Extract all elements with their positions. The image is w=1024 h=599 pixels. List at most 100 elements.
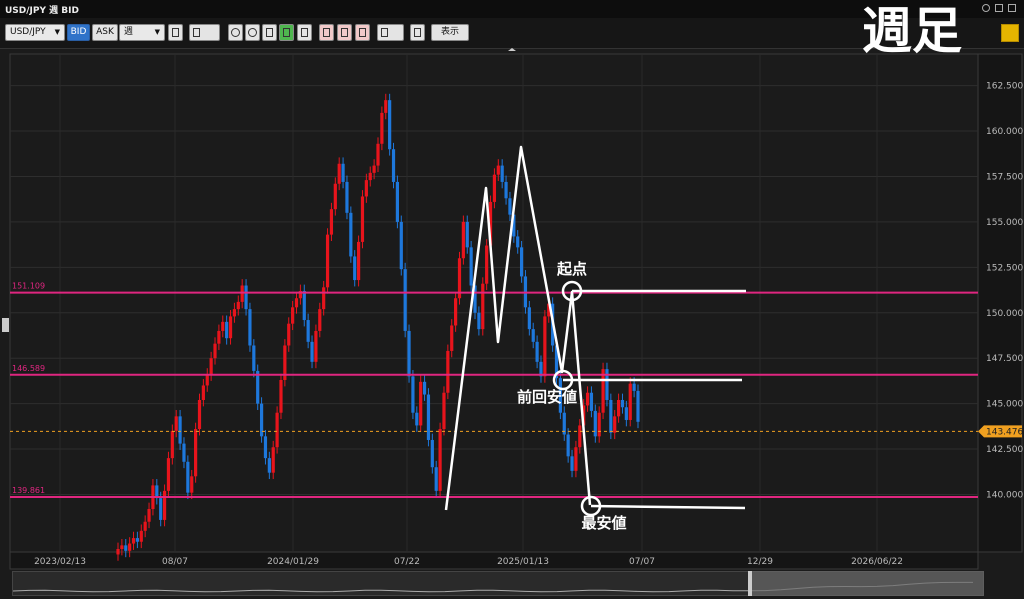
candle-body: [531, 329, 535, 342]
candle-body: [438, 429, 442, 491]
settings-gear-icon[interactable]: [982, 4, 990, 12]
y-tick-label: 157.500: [986, 172, 1023, 182]
candle-body: [597, 412, 601, 437]
navigator-handle[interactable]: [748, 571, 752, 596]
zoom-out-button[interactable]: [245, 24, 260, 41]
chart-type-button[interactable]: [189, 24, 220, 41]
candle-body: [279, 380, 283, 413]
drawing-tool-button[interactable]: [377, 24, 404, 41]
pencil-icon: [381, 28, 388, 37]
period-select[interactable]: 週 ▼: [119, 24, 165, 41]
x-tick-label: 08/07: [162, 557, 188, 567]
candle-body: [232, 309, 237, 317]
bid-button[interactable]: BID: [67, 24, 90, 41]
y-tick-label: 160.000: [986, 127, 1023, 137]
copy-icon: [341, 28, 348, 37]
candle-body: [624, 407, 628, 420]
candle-body: [287, 323, 291, 346]
restore-icon[interactable]: [995, 4, 1003, 12]
candle-body: [131, 538, 136, 544]
top-collapse-handle: [508, 48, 516, 51]
candle-body: [609, 399, 613, 433]
candle-body: [535, 341, 539, 362]
x-tick-label: 07/22: [394, 557, 420, 567]
candle-body: [465, 221, 469, 248]
candle-body: [166, 458, 171, 491]
zoom-in-button[interactable]: [228, 24, 243, 41]
zoom-out-icon: [248, 28, 257, 37]
candle-body: [116, 549, 120, 555]
candle-body: [632, 383, 636, 391]
close-icon[interactable]: [1008, 4, 1016, 12]
y-tick-label: 155.000: [986, 218, 1023, 228]
screenshot-button[interactable]: [410, 24, 425, 41]
candle-body: [391, 149, 396, 182]
grid-layout-button[interactable]: [1001, 24, 1019, 42]
candle-body: [360, 196, 365, 242]
window-controls: [982, 4, 1016, 12]
candle-body: [407, 330, 411, 377]
copy-indicator-button[interactable]: [337, 24, 352, 41]
candle-body: [356, 241, 361, 281]
zoom-in-icon: [231, 28, 240, 37]
candle-body: [240, 285, 244, 302]
x-tick-label: 2025/01/13: [497, 557, 549, 567]
candle-body: [275, 412, 279, 448]
edit-icon: [359, 28, 366, 37]
candle-body: [485, 245, 489, 284]
y-tick-label: 152.500: [986, 263, 1023, 273]
candle-body: [248, 309, 252, 346]
currency-pair-select[interactable]: USD/JPY ▼: [5, 24, 65, 41]
panel-button[interactable]: [297, 24, 312, 41]
candle-body: [337, 163, 341, 184]
candle-body: [302, 290, 306, 321]
candle-body: [613, 416, 617, 433]
camera-icon: [414, 28, 421, 37]
copy-chart-button[interactable]: [168, 24, 183, 41]
candle-body: [446, 350, 450, 393]
fit-button[interactable]: [262, 24, 277, 41]
x-tick-label: 2026/06/22: [851, 557, 903, 567]
candle-body: [395, 181, 400, 222]
candle-body: [605, 369, 609, 400]
price-chart[interactable]: 162.500 160.000 157.500 155.000 152.500 150.0…: [0, 48, 1024, 571]
candle-body: [228, 316, 233, 339]
add-indicator-button[interactable]: [319, 24, 334, 41]
candle-body: [469, 247, 473, 286]
candle-body: [380, 112, 384, 144]
candle-body: [341, 163, 345, 182]
navigator-selection[interactable]: [750, 571, 984, 596]
candle-body: [205, 374, 209, 386]
time-axis-panel: [9, 551, 979, 570]
candlestick-icon: [193, 28, 200, 37]
candle-body: [461, 221, 465, 259]
layout-icon: [283, 28, 290, 37]
ask-button[interactable]: ASK: [92, 24, 118, 41]
chevron-down-icon: ▼: [54, 28, 60, 36]
candle-body: [128, 543, 132, 551]
left-collapse-handle: [2, 318, 9, 332]
candle-body: [589, 392, 594, 411]
candle-body: [197, 399, 202, 430]
candle-body: [492, 174, 497, 202]
candle-body: [329, 209, 334, 235]
candle-body: [442, 392, 446, 430]
candle-body: [434, 467, 438, 491]
support-line-label: 146.589: [12, 364, 45, 373]
candle-body: [139, 530, 143, 542]
candle-body: [616, 399, 621, 417]
candle-body: [422, 381, 427, 395]
candle-body: [481, 283, 485, 330]
candle-body: [178, 416, 182, 444]
candle-body: [194, 429, 198, 477]
candle-body: [244, 285, 248, 310]
candle-body: [426, 394, 431, 440]
window-layout-button[interactable]: [279, 24, 294, 41]
y-tick-label: 147.500: [986, 354, 1023, 364]
candle-body: [419, 381, 423, 426]
candle-body: [306, 320, 310, 342]
edit-indicator-button[interactable]: [355, 24, 370, 41]
y-tick-label: 140.000: [986, 490, 1023, 500]
support-line-label: 139.861: [12, 486, 45, 495]
display-menu-button[interactable]: 表示: [431, 24, 469, 41]
